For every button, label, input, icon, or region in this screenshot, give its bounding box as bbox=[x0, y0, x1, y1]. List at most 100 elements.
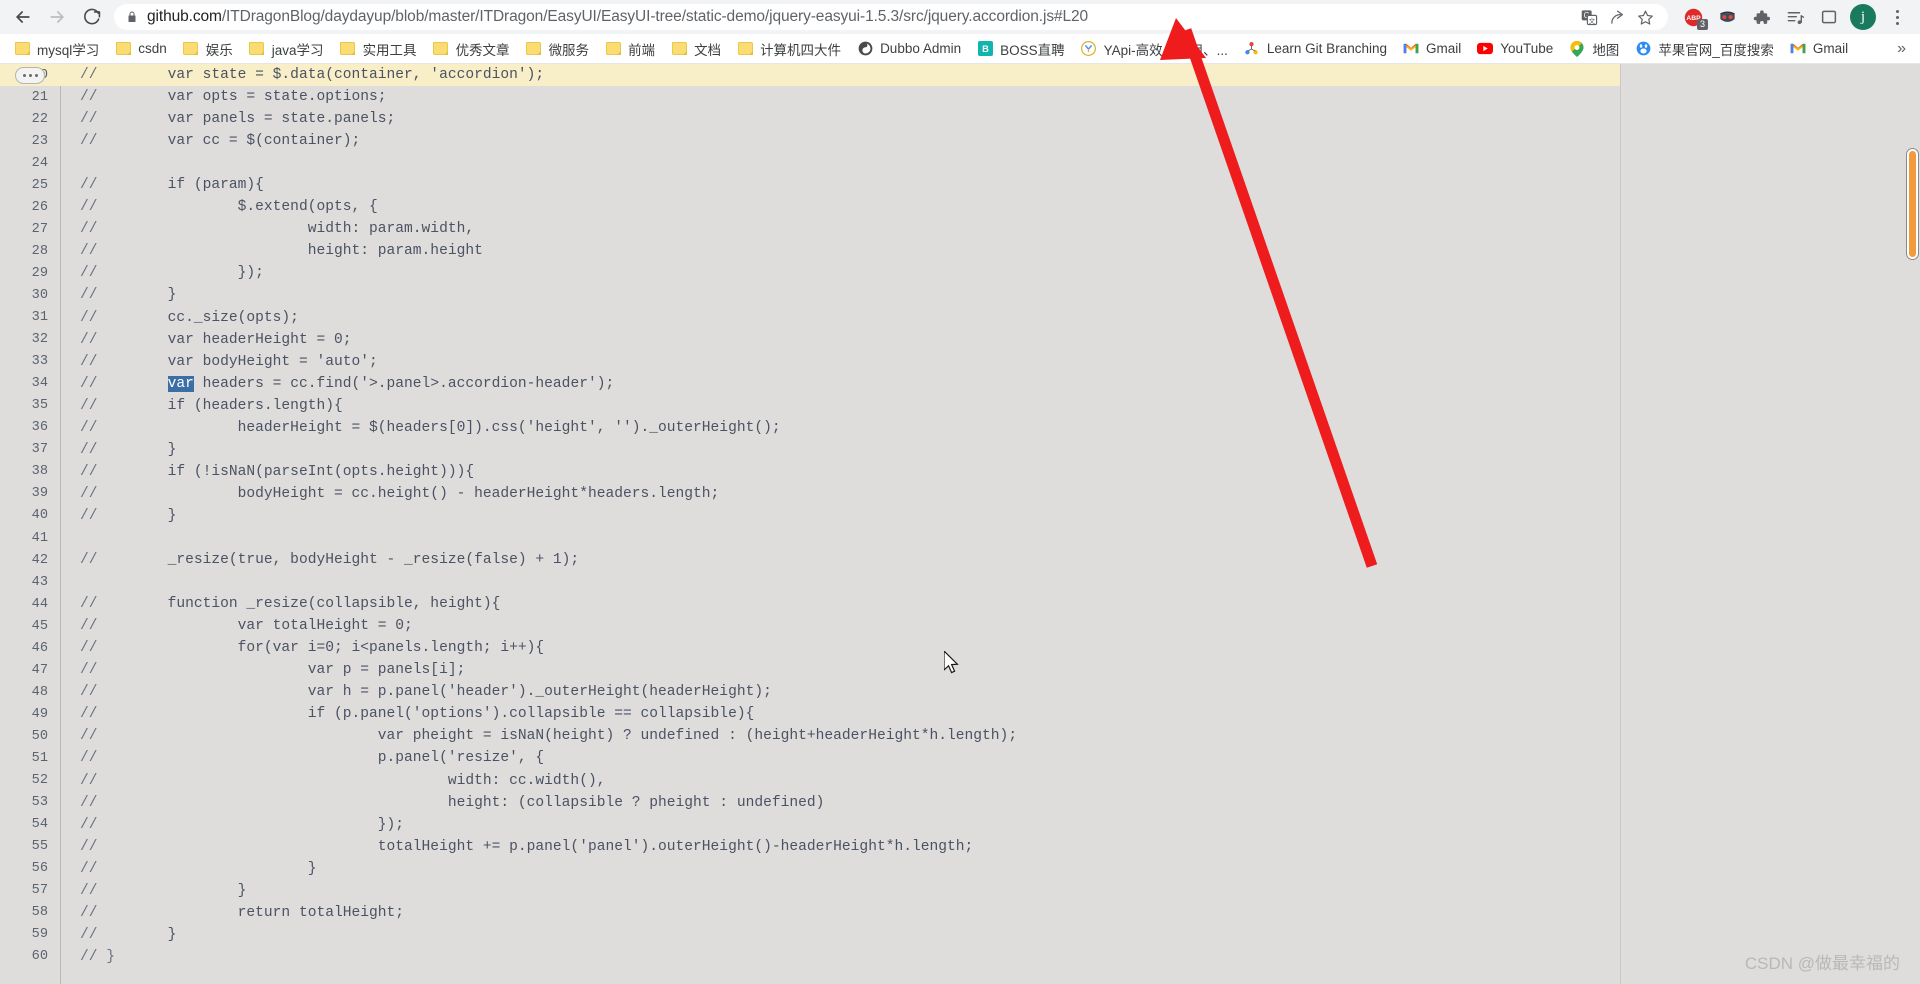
lock-icon[interactable] bbox=[126, 10, 138, 24]
code-line[interactable]: 45// var totalHeight = 0; bbox=[0, 615, 1620, 637]
code-line[interactable]: 52// width: cc.width(), bbox=[0, 770, 1620, 792]
expand-context-button[interactable] bbox=[15, 67, 45, 84]
bookmark-item[interactable]: 微服务 bbox=[518, 37, 598, 61]
code-line[interactable]: 41 bbox=[0, 527, 1620, 549]
line-number[interactable]: 29 bbox=[0, 266, 58, 281]
line-number[interactable]: 25 bbox=[0, 178, 58, 193]
bookmark-item[interactable]: B BOSS直聘 bbox=[969, 37, 1073, 61]
line-number[interactable]: 47 bbox=[0, 663, 58, 678]
line-number[interactable]: 44 bbox=[0, 597, 58, 612]
code-line[interactable]: 26// $.extend(opts, { bbox=[0, 196, 1620, 218]
code-line[interactable]: 43 bbox=[0, 571, 1620, 593]
code-text[interactable]: // headerHeight = $(headers[0]).css('hei… bbox=[58, 420, 1620, 436]
line-number[interactable]: 38 bbox=[0, 464, 58, 479]
code-line[interactable]: 51// p.panel('resize', { bbox=[0, 747, 1620, 769]
code-text[interactable]: // } bbox=[58, 442, 1620, 458]
code-text[interactable]: // function _resize(collapsible, height)… bbox=[58, 596, 1620, 612]
bookmark-item[interactable]: 苹果官网_百度搜索 bbox=[1627, 37, 1782, 61]
code-line[interactable]: 28// height: param.height bbox=[0, 240, 1620, 262]
code-line[interactable]: 58// return totalHeight; bbox=[0, 902, 1620, 924]
code-line[interactable]: 35// if (headers.length){ bbox=[0, 395, 1620, 417]
line-number[interactable]: 33 bbox=[0, 354, 58, 369]
code-line[interactable]: 24 bbox=[0, 152, 1620, 174]
code-text[interactable]: // var state = $.data(container, 'accord… bbox=[58, 67, 1620, 83]
line-number[interactable]: 52 bbox=[0, 773, 58, 788]
code-text[interactable]: // var panels = state.panels; bbox=[58, 111, 1620, 127]
bookmark-item[interactable]: 计算机四大件 bbox=[729, 37, 849, 61]
code-line[interactable]: 34// var headers = cc.find('>.panel>.acc… bbox=[0, 373, 1620, 395]
bookmarks-overflow-button[interactable]: » bbox=[1889, 40, 1914, 58]
line-number[interactable]: 35 bbox=[0, 398, 58, 413]
bookmark-item[interactable]: 实用工具 bbox=[332, 37, 425, 61]
bookmark-item[interactable]: Dubbo Admin bbox=[849, 37, 969, 61]
kebab-menu-icon[interactable] bbox=[1880, 2, 1914, 32]
line-number[interactable]: 40 bbox=[0, 508, 58, 523]
code-text[interactable]: // } bbox=[58, 927, 1620, 943]
line-number[interactable]: 46 bbox=[0, 641, 58, 656]
reading-list-icon[interactable] bbox=[1778, 2, 1812, 32]
code-line[interactable]: 39// bodyHeight = cc.height() - headerHe… bbox=[0, 483, 1620, 505]
code-text[interactable]: // height: param.height bbox=[58, 243, 1620, 259]
code-line[interactable]: 29// }); bbox=[0, 262, 1620, 284]
avatar[interactable]: j bbox=[1846, 2, 1880, 32]
line-number[interactable]: 24 bbox=[0, 156, 58, 171]
code-line[interactable]: 23// var cc = $(container); bbox=[0, 130, 1620, 152]
line-number[interactable]: 23 bbox=[0, 134, 58, 149]
code-line[interactable]: 38// if (!isNaN(parseInt(opts.height))){ bbox=[0, 461, 1620, 483]
code-line[interactable]: 40// } bbox=[0, 505, 1620, 527]
code-text[interactable]: // height: (collapsible ? pheight : unde… bbox=[58, 795, 1620, 811]
line-number[interactable]: 27 bbox=[0, 222, 58, 237]
line-number[interactable]: 60 bbox=[0, 949, 58, 964]
line-number[interactable]: 28 bbox=[0, 244, 58, 259]
line-number[interactable]: 30 bbox=[0, 288, 58, 303]
bookmark-item[interactable]: 优秀文章 bbox=[425, 37, 518, 61]
code-text[interactable]: // }); bbox=[58, 817, 1620, 833]
code-text[interactable]: // } bbox=[58, 287, 1620, 303]
line-number[interactable]: 32 bbox=[0, 332, 58, 347]
line-number[interactable]: 57 bbox=[0, 883, 58, 898]
line-number[interactable]: 26 bbox=[0, 200, 58, 215]
code-text[interactable]: // width: cc.width(), bbox=[58, 773, 1620, 789]
code-line[interactable]: 49// if (p.panel('options').collapsible … bbox=[0, 703, 1620, 725]
line-number[interactable]: 50 bbox=[0, 729, 58, 744]
code-line[interactable]: 36// headerHeight = $(headers[0]).css('h… bbox=[0, 417, 1620, 439]
reload-button[interactable] bbox=[74, 2, 108, 32]
code-text[interactable]: // return totalHeight; bbox=[58, 905, 1620, 921]
code-line[interactable]: 46// for(var i=0; i<panels.length; i++){ bbox=[0, 637, 1620, 659]
code-lines[interactable]: 20// var state = $.data(container, 'acco… bbox=[0, 64, 1620, 984]
bookmark-item[interactable]: Learn Git Branching bbox=[1236, 37, 1395, 61]
bookmark-item[interactable]: 文档 bbox=[663, 37, 729, 61]
line-number[interactable]: 43 bbox=[0, 575, 58, 590]
line-number[interactable]: 55 bbox=[0, 839, 58, 854]
line-number[interactable]: 41 bbox=[0, 531, 58, 546]
code-text[interactable]: // var opts = state.options; bbox=[58, 89, 1620, 105]
line-number[interactable]: 59 bbox=[0, 927, 58, 942]
side-panel-icon[interactable] bbox=[1812, 2, 1846, 32]
code-line[interactable]: 30// } bbox=[0, 284, 1620, 306]
code-text[interactable]: // }); bbox=[58, 265, 1620, 281]
code-line[interactable]: 55// totalHeight += p.panel('panel').out… bbox=[0, 836, 1620, 858]
bookmark-item[interactable]: 前端 bbox=[597, 37, 663, 61]
code-line[interactable]: 48// var h = p.panel('header')._outerHei… bbox=[0, 681, 1620, 703]
bookmark-item[interactable]: Gmail bbox=[1395, 37, 1469, 61]
code-text[interactable]: // var bodyHeight = 'auto'; bbox=[58, 354, 1620, 370]
bookmark-item[interactable]: YouTube bbox=[1469, 37, 1561, 61]
code-text[interactable]: // bodyHeight = cc.height() - headerHeig… bbox=[58, 486, 1620, 502]
address-bar[interactable]: github.com/ITDragonBlog/daydayup/blob/ma… bbox=[114, 4, 1668, 30]
line-number[interactable]: 53 bbox=[0, 795, 58, 810]
bookmark-item[interactable]: Gmail bbox=[1782, 37, 1856, 61]
bookmark-item[interactable]: YApi-高效、易用、... bbox=[1073, 37, 1236, 61]
line-number[interactable]: 54 bbox=[0, 817, 58, 832]
code-line[interactable]: 27// width: param.width, bbox=[0, 218, 1620, 240]
code-line[interactable]: 22// var panels = state.panels; bbox=[0, 108, 1620, 130]
line-number[interactable]: 39 bbox=[0, 486, 58, 501]
bookmark-item[interactable]: mysql学习 bbox=[6, 37, 107, 61]
code-line[interactable]: 37// } bbox=[0, 439, 1620, 461]
code-line[interactable]: 47// var p = panels[i]; bbox=[0, 659, 1620, 681]
code-text[interactable]: // var p = panels[i]; bbox=[58, 662, 1620, 678]
share-icon[interactable] bbox=[1604, 4, 1630, 30]
line-number[interactable]: 22 bbox=[0, 112, 58, 127]
code-line[interactable]: 20// var state = $.data(container, 'acco… bbox=[0, 64, 1620, 87]
adblock-icon[interactable]: ABP 3 bbox=[1676, 2, 1710, 32]
extension-mask-icon[interactable] bbox=[1710, 2, 1744, 32]
